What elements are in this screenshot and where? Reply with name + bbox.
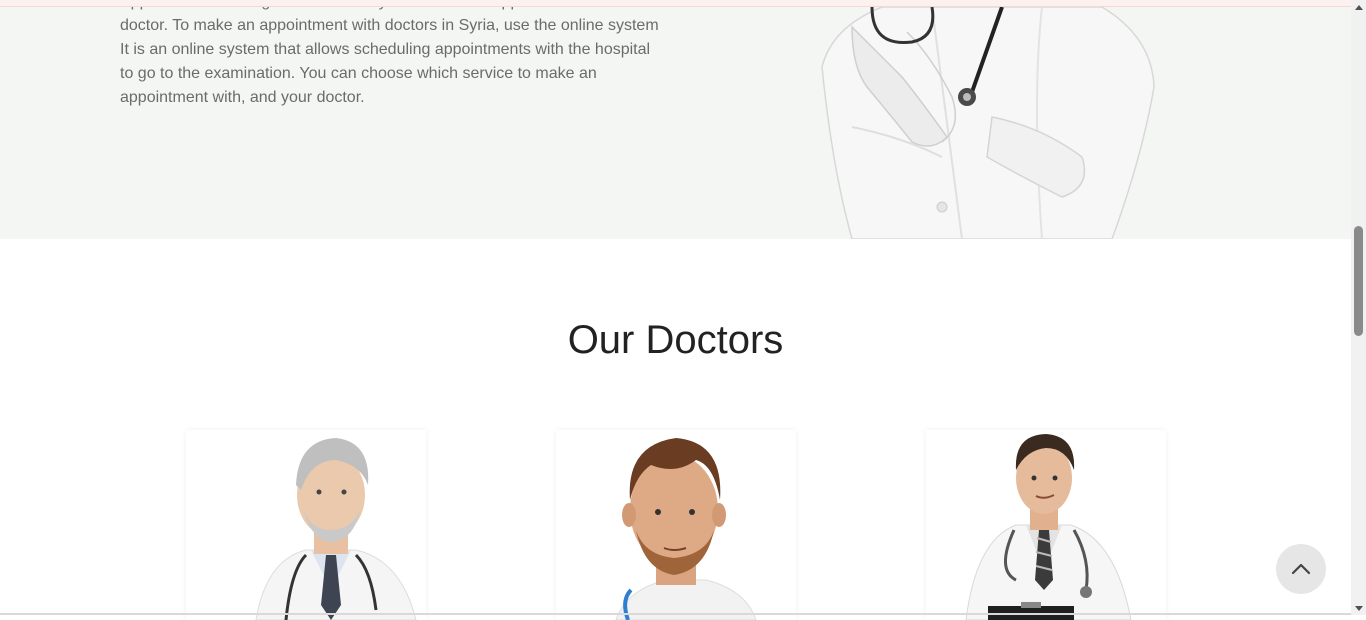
about-section: Appointment booking service allows you t… bbox=[0, 7, 1351, 239]
doctor-photo-bearded bbox=[615, 438, 757, 620]
doctor-card[interactable] bbox=[556, 430, 796, 620]
about-description: Appointment booking service allows you t… bbox=[120, 7, 659, 106]
doctor-card[interactable] bbox=[926, 430, 1166, 620]
section-title-our-doctors: Our Doctors bbox=[567, 318, 784, 362]
doctor-card[interactable] bbox=[186, 430, 426, 620]
doctor-hero-image bbox=[821, 7, 1155, 239]
chevron-up-icon bbox=[1291, 563, 1311, 575]
doctor-photo-young bbox=[965, 434, 1132, 620]
scroll-up-arrow-icon[interactable] bbox=[1351, 0, 1366, 14]
doctor-photo-senior bbox=[255, 438, 417, 620]
top-strip bbox=[0, 0, 1351, 7]
back-to-top-button[interactable] bbox=[1276, 544, 1326, 594]
page-scrollbar[interactable] bbox=[1351, 0, 1366, 615]
scroll-down-arrow-icon[interactable] bbox=[1351, 601, 1366, 615]
scrollbar-thumb[interactable] bbox=[1354, 226, 1363, 336]
